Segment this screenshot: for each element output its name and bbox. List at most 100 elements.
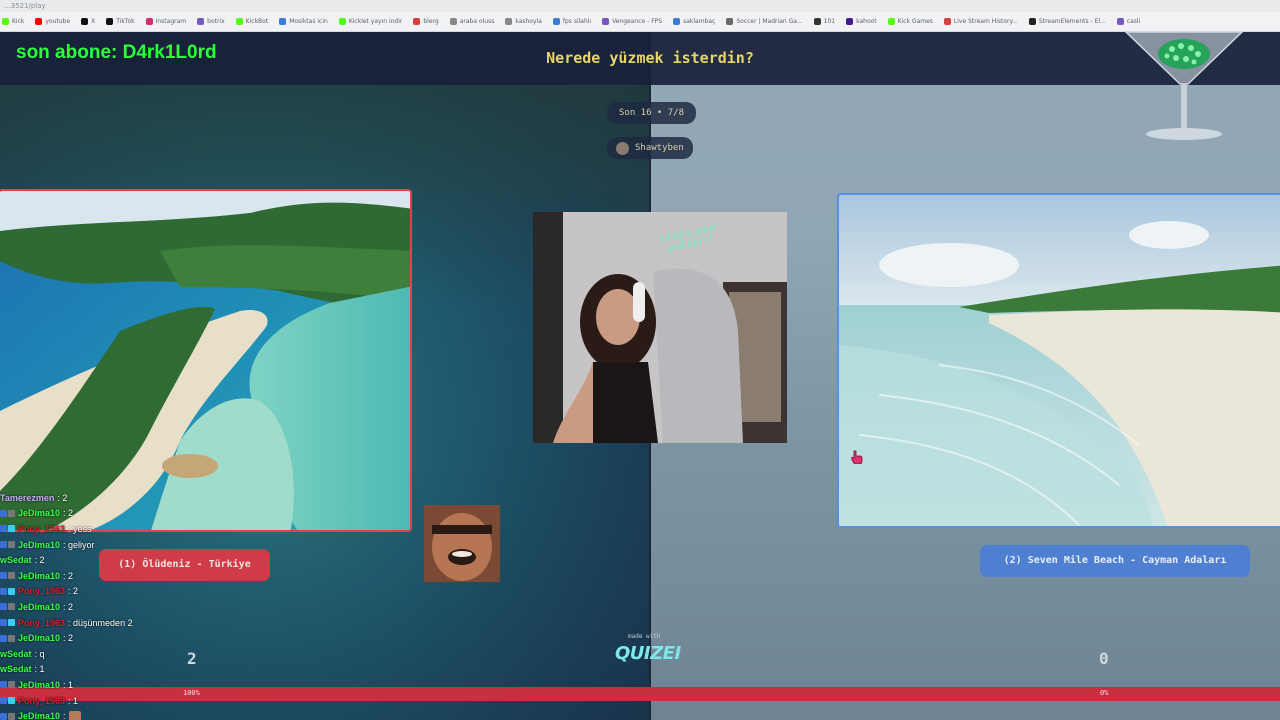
badge-icon — [0, 541, 7, 549]
chat-text: : 2 — [57, 492, 68, 503]
bookmark-label: TikTok — [116, 18, 135, 25]
bookmark-item[interactable]: Kicklet yayın indir — [338, 18, 402, 25]
chat-username[interactable]: Pony_1963 — [18, 524, 65, 534]
chat-message: JeDima10: 2 — [0, 568, 240, 584]
bookmark-item[interactable]: Vengeance - FPS — [602, 18, 662, 25]
chat-username[interactable]: Tamerezmen — [0, 493, 54, 503]
chat-message: JeDima10: — [0, 708, 240, 720]
bookmark-label: blerg — [423, 18, 439, 25]
option-2-image[interactable] — [837, 193, 1280, 528]
bookmark-label: Instagram — [155, 18, 187, 25]
chat-message: wSedat: 1 — [0, 662, 240, 678]
bookmark-label: araba oluss — [459, 18, 495, 25]
chat-username[interactable]: JeDima10 — [18, 508, 60, 518]
chat-message: Pony_1963: yess — [0, 521, 240, 537]
badge-icon — [8, 525, 15, 533]
quizei-logo[interactable]: QUIZEI — [615, 643, 681, 664]
chat-message: JeDima10: 2 — [0, 506, 240, 522]
bookmark-favicon-icon — [106, 18, 114, 25]
badge-icon — [8, 541, 15, 549]
bookmark-favicon-icon — [726, 18, 734, 25]
quiz-question: Nerede yüzmek isterdin? — [546, 49, 754, 67]
player-tag: Shawtyben — [607, 137, 693, 159]
chat-message: wSedat: 2 — [0, 552, 240, 568]
bookmark-favicon-icon — [2, 18, 9, 25]
streamer-webcam: what's your problem? — [533, 212, 787, 443]
chat-username[interactable]: Pony_1963 — [18, 696, 65, 706]
chat-badges — [0, 681, 15, 689]
option-2-button[interactable]: (2) Seven Mile Beach - Cayman Adaları — [980, 545, 1250, 577]
chat-badges — [0, 525, 15, 533]
round-indicator: Son 16 • 7/8 — [607, 102, 697, 124]
bookmark-label: StreamElements - El... — [1038, 18, 1106, 25]
chat-text: : yess — [68, 523, 92, 534]
bookmark-item[interactable]: X — [81, 18, 95, 25]
chat-username[interactable]: JeDima10 — [18, 540, 60, 550]
bookmark-favicon-icon — [279, 18, 287, 25]
bookmark-label: youtube — [45, 18, 71, 25]
bookmark-item[interactable]: youtube — [35, 18, 70, 25]
bookmark-item[interactable]: 101 — [813, 18, 835, 25]
chat-username[interactable]: wSedat — [0, 664, 32, 674]
chat-text: : 2 — [34, 555, 45, 566]
screen: ...3521/play Kick youtube X TikTok Instagram… — [0, 0, 1280, 720]
bookmark-item[interactable]: kahoot — [846, 18, 877, 25]
bookmark-item[interactable]: TikTok — [106, 18, 135, 25]
badge-icon — [8, 681, 15, 689]
bookmark-item[interactable]: Soccer | Madrian Ga... — [726, 18, 803, 25]
bookmark-item[interactable]: casli — [1116, 18, 1140, 25]
chat-username[interactable]: JeDima10 — [18, 711, 60, 720]
hand-cursor-icon — [851, 450, 863, 464]
chat-username[interactable]: Pony_1963 — [18, 618, 65, 628]
chat-text: : 1 — [63, 679, 74, 690]
badge-icon — [8, 603, 15, 611]
bookmark-item[interactable]: StreamElements - El... — [1028, 18, 1106, 25]
chat-username[interactable]: JeDima10 — [18, 571, 60, 581]
bookmark-item[interactable]: Mosiktas icin — [279, 18, 328, 25]
bookmark-item[interactable]: Kick — [2, 18, 24, 25]
chat-badges — [0, 712, 15, 720]
bookmark-label: saklambaç — [683, 18, 716, 25]
chat-username[interactable]: JeDima10 — [18, 633, 60, 643]
lagoon-photo — [0, 191, 410, 530]
chat-message: JeDima10: 1 — [0, 677, 240, 693]
bookmark-favicon-icon — [846, 18, 854, 25]
bookmark-favicon-icon — [1116, 18, 1124, 25]
bookmark-favicon-icon — [505, 18, 513, 25]
chat-overlay: Tamerezmen: 2 JeDima10: 2 Pony_1963: yess J… — [0, 490, 240, 720]
chat-username[interactable]: wSedat — [0, 649, 32, 659]
bookmark-item[interactable]: KickBot — [235, 18, 269, 25]
bookmark-item[interactable]: Kick Games — [887, 18, 933, 25]
bookmark-item[interactable]: botrix — [197, 18, 225, 25]
chat-username[interactable]: JeDima10 — [18, 680, 60, 690]
bookmark-label: KickBot — [245, 18, 269, 25]
badge-icon — [8, 619, 15, 627]
bookmark-item[interactable]: blerg — [413, 18, 439, 25]
badge-icon — [0, 634, 7, 642]
bookmark-item[interactable]: Live Stream History... — [943, 18, 1018, 25]
url-bar[interactable]: ...3521/play — [0, 0, 1280, 12]
chat-username[interactable]: JeDima10 — [18, 602, 60, 612]
emote-image — [424, 505, 500, 582]
bookmark-item[interactable]: Instagram — [145, 18, 187, 25]
bookmark-item[interactable]: kashoyla — [505, 18, 542, 25]
chat-badges — [0, 603, 15, 611]
chat-text: : — [63, 711, 66, 720]
chat-badges — [0, 509, 15, 517]
chat-text: : düşünmeden 2 — [68, 617, 133, 628]
bookmark-favicon-icon — [1028, 18, 1036, 25]
bookmark-favicon-icon — [81, 18, 89, 25]
bookmark-favicon-icon — [602, 18, 610, 25]
badge-icon — [0, 572, 7, 580]
option-1-image[interactable] — [0, 189, 412, 532]
bookmark-item[interactable]: saklambaç — [673, 18, 715, 25]
chat-badges — [0, 572, 15, 580]
chat-username[interactable]: Pony_1963 — [18, 586, 65, 596]
badge-icon — [0, 587, 7, 595]
bookmark-favicon-icon — [145, 18, 153, 25]
bookmark-item[interactable]: fps silahlı — [552, 18, 591, 25]
bookmark-label: Vengeance - FPS — [612, 18, 663, 25]
chat-username[interactable]: wSedat — [0, 555, 32, 565]
chat-text: : geliyor — [63, 539, 95, 550]
bookmark-item[interactable]: araba oluss — [449, 18, 495, 25]
